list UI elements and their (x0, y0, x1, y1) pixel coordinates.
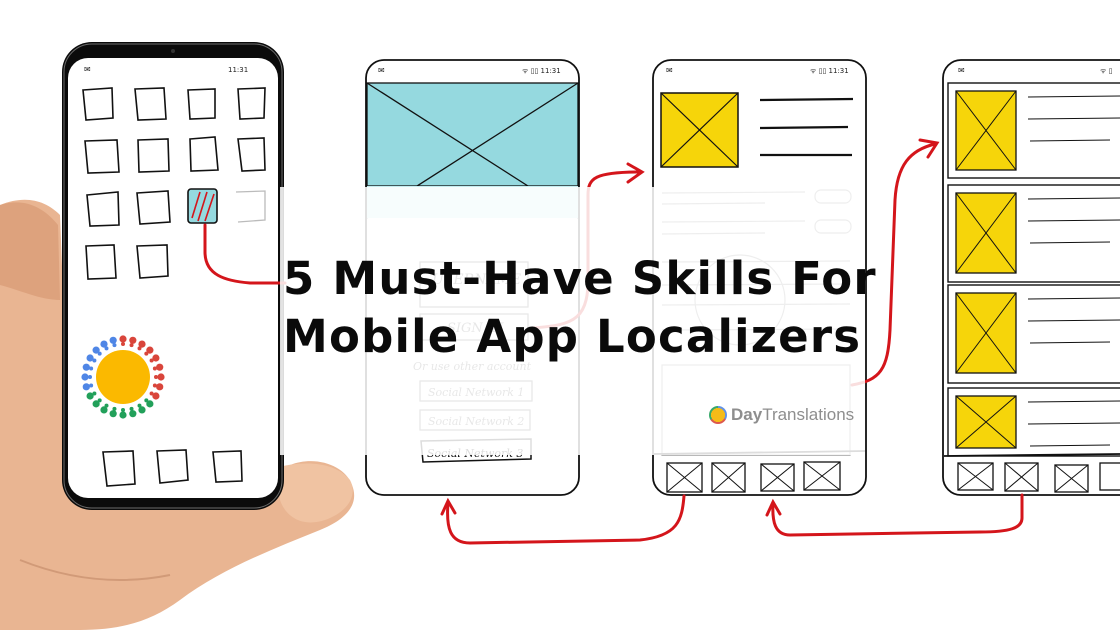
logo-dot (112, 406, 117, 411)
svg-text:ᯤ ▯: ᯤ ▯ (1100, 67, 1112, 75)
logo-dot (154, 375, 158, 379)
logo-dot (119, 411, 127, 419)
logo-dot (109, 410, 117, 418)
logo-dot (149, 391, 154, 396)
list-card (947, 82, 1120, 179)
list-card (947, 184, 1120, 283)
logo-dot (129, 410, 137, 418)
mail-icon: ✉ (84, 65, 91, 74)
banner: ✉ 11:31 ✉ ᯤ ▯▯ 11:31 ✉ ᯤ ▯▯ 11:31 ✉ ᯤ ▯ … (0, 0, 1120, 630)
logo-dot (97, 398, 102, 403)
status-icons: 11:31 (228, 66, 248, 74)
title-line-1: 5 Must-Have Skills For (283, 252, 877, 305)
logo-dot (129, 336, 137, 344)
logo-dot (121, 408, 125, 412)
wireframe-list: ✉ ᯤ ▯ (942, 59, 1120, 496)
page-title: 5 Must-Have Skills For Mobile App Locali… (283, 250, 883, 366)
brand-logo: DayTranslations (709, 402, 854, 428)
logo-dot (119, 335, 127, 343)
logo-dot (152, 366, 157, 371)
logo-dot (89, 383, 94, 388)
logo-dot (137, 346, 142, 351)
logo-dot (109, 336, 117, 344)
svg-text:✉: ✉ (666, 66, 673, 75)
logo-dot (121, 342, 125, 346)
logo-dot (152, 383, 157, 388)
logo-dot (92, 391, 97, 396)
logo-dot (129, 406, 134, 411)
sun-dots-logo-icon (709, 406, 727, 424)
logo-dot (81, 373, 89, 381)
phone-real: ✉ 11:31 (62, 42, 284, 510)
logo-dot (97, 351, 102, 356)
logo-dot (144, 398, 149, 403)
svg-text:✉: ✉ (958, 66, 965, 75)
list-card (947, 387, 1120, 457)
logo-dot (104, 403, 109, 408)
logo-dot (88, 375, 92, 379)
logo-dot (129, 343, 134, 348)
logo-dot (156, 383, 164, 391)
brand-name: DayTranslations (731, 405, 855, 424)
svg-text:ᯤ ▯▯ 11:31: ᯤ ▯▯ 11:31 (810, 67, 849, 75)
logo-dot (89, 366, 94, 371)
svg-text:ᯤ ▯▯ 11:31: ᯤ ▯▯ 11:31 (522, 67, 561, 75)
logo-dot (149, 358, 154, 363)
logo-dot (104, 346, 109, 351)
logo-dot (144, 351, 149, 356)
title-line-2: Mobile App Localizers (283, 310, 862, 363)
logo-dot (112, 343, 117, 348)
logo-dot (156, 363, 164, 371)
logo-dot (137, 403, 142, 408)
logo-dot (157, 373, 165, 381)
logo-dot (82, 363, 90, 371)
svg-text:✉: ✉ (378, 66, 385, 75)
logo-dot (92, 358, 97, 363)
list-card (947, 284, 1120, 384)
logo-dot (82, 383, 90, 391)
